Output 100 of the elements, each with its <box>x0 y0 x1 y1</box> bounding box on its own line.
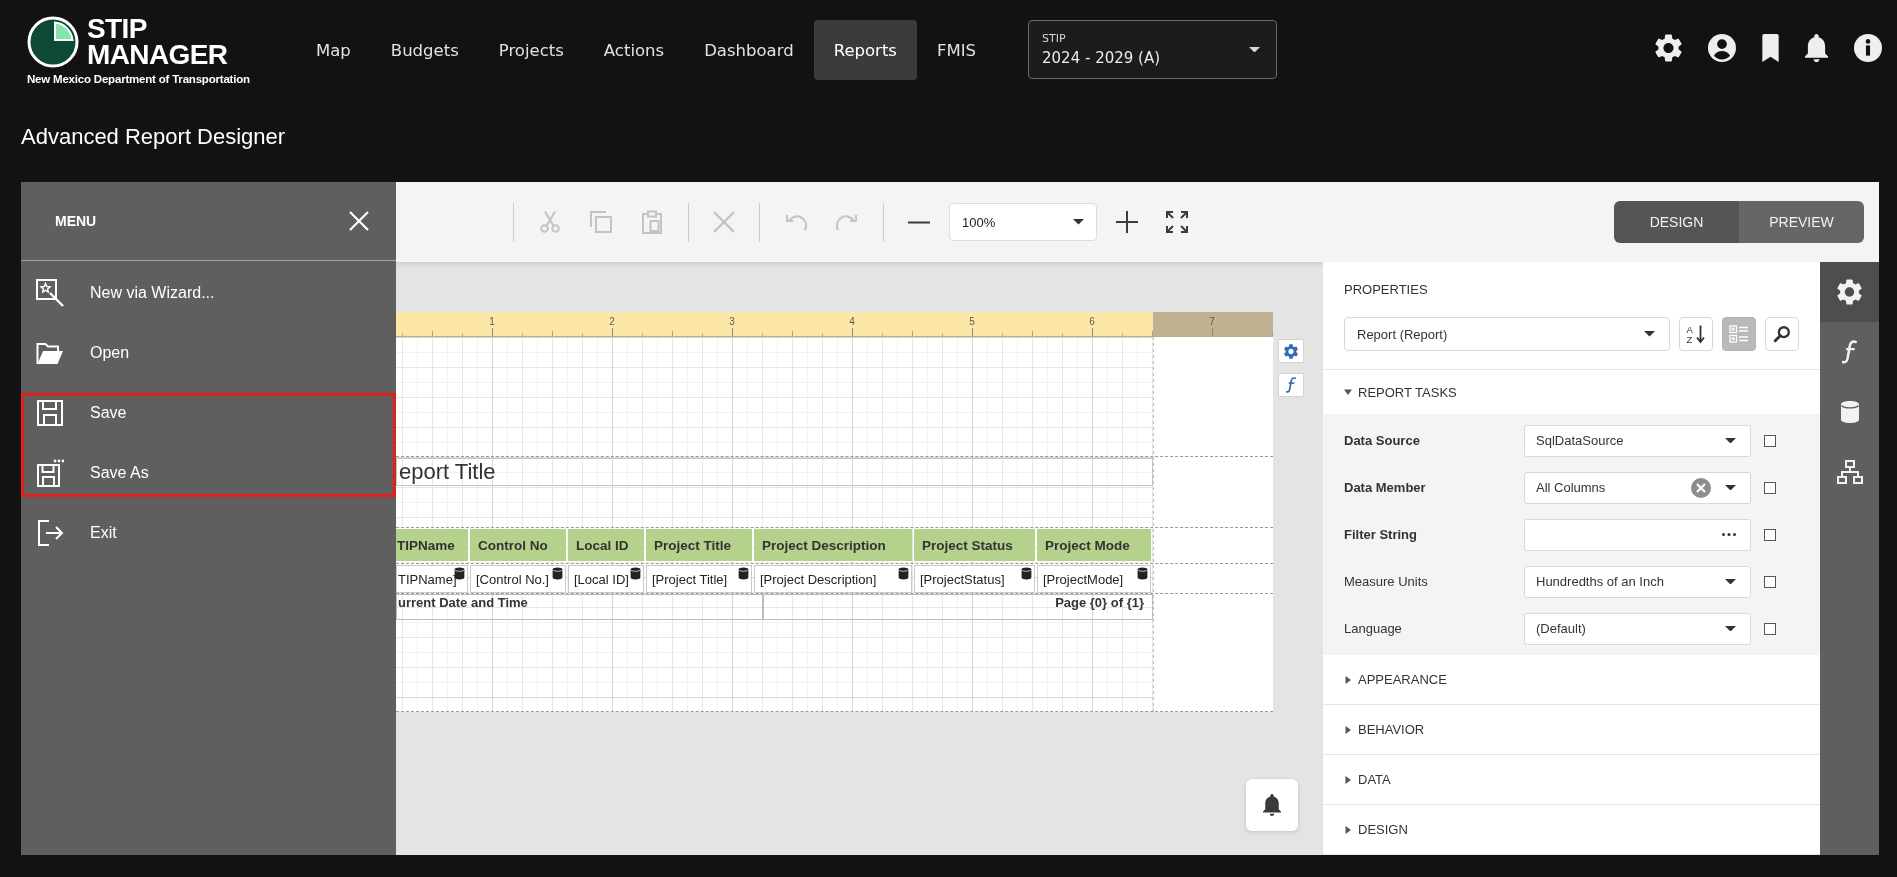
bookmark-icon[interactable] <box>1762 34 1779 62</box>
checkbox[interactable] <box>1764 528 1776 541</box>
logo-icon <box>27 16 79 68</box>
bell-icon[interactable] <box>1805 34 1828 62</box>
plus-icon[interactable] <box>1116 211 1138 233</box>
property-field[interactable]: (Default) <box>1524 612 1751 645</box>
column-header: Project Title <box>646 529 752 561</box>
column-header: Project Description <box>754 529 912 561</box>
column-header: Local ID <box>568 529 644 561</box>
property-label: Filter String <box>1344 527 1418 542</box>
property-field[interactable] <box>1524 518 1751 551</box>
column-header: Project Status <box>914 529 1035 561</box>
menu-item[interactable]: Exit <box>21 503 396 563</box>
zoom-select[interactable]: 100% <box>949 203 1097 241</box>
search-icon <box>1773 325 1791 343</box>
minus-icon[interactable] <box>908 220 930 224</box>
nav-link[interactable]: Dashboard <box>684 20 814 80</box>
settings-icon <box>1837 279 1862 305</box>
checkbox[interactable] <box>1764 434 1776 447</box>
caret-icon <box>1249 46 1261 53</box>
clear-icon[interactable] <box>1691 477 1711 498</box>
sort-button[interactable]: A Z <box>1679 317 1713 351</box>
function-icon <box>1842 340 1857 364</box>
menu-item[interactable]: Save As <box>21 443 396 503</box>
search-button[interactable] <box>1765 317 1799 351</box>
side-tab[interactable] <box>1820 262 1879 322</box>
property-label: Language <box>1344 621 1403 636</box>
database-icon <box>1137 567 1148 580</box>
caret-icon <box>1725 625 1736 632</box>
menu-title: MENU <box>55 213 97 229</box>
menu-item[interactable]: New via Wizard... <box>21 263 396 323</box>
checkbox[interactable] <box>1764 575 1776 588</box>
bell-icon <box>1263 794 1281 816</box>
nav-link[interactable]: Reports <box>813 20 917 80</box>
nav-link[interactable]: FMIS <box>916 20 997 80</box>
caret-icon <box>1344 825 1352 834</box>
title-label: eport Title <box>396 458 1153 486</box>
ellipsis-icon[interactable] <box>1722 533 1736 536</box>
footer-label: urrent Date and Time <box>396 594 763 620</box>
caret-icon <box>1725 484 1736 491</box>
property-label: Data Source <box>1344 433 1421 448</box>
caret-icon <box>1725 437 1736 444</box>
logo-subtitle: New Mexico Department of Transportation <box>27 73 251 85</box>
account-icon[interactable] <box>1708 34 1736 62</box>
property-field[interactable]: Hundredths of an Inch <box>1524 565 1751 598</box>
ruler-label: 3 <box>729 316 735 327</box>
caret-icon <box>1344 675 1352 684</box>
function-icon <box>1286 377 1296 393</box>
magic-wand-icon <box>36 279 64 307</box>
database-icon <box>552 567 563 580</box>
close-icon[interactable] <box>349 211 369 231</box>
property-field[interactable]: SqlDataSource <box>1524 424 1751 457</box>
checkbox[interactable] <box>1764 622 1776 635</box>
data-field: [Project Title] <box>646 565 752 593</box>
notifications-button[interactable] <box>1246 779 1298 831</box>
database-icon <box>454 567 465 580</box>
function-button[interactable] <box>1278 373 1304 397</box>
ruler-label: 2 <box>609 316 615 327</box>
exit-arrow-icon <box>36 519 64 547</box>
footer-label: Page {0} of {1} <box>763 594 1153 620</box>
caret-icon <box>1344 775 1352 784</box>
settings-icon <box>1284 343 1298 359</box>
menu-item[interactable]: Open <box>21 323 396 383</box>
checkbox[interactable] <box>1764 481 1776 494</box>
data-field: [ProjectMode] <box>1037 565 1151 593</box>
property-label: Measure Units <box>1344 574 1429 589</box>
database-icon <box>1839 400 1860 424</box>
program-select[interactable]: STIP 2024 - 2029 (A) <box>1028 20 1278 79</box>
object-select[interactable]: Report (Report) <box>1344 317 1670 351</box>
database-icon <box>1021 567 1032 580</box>
nav-link[interactable]: Actions <box>583 20 685 80</box>
column-header: Control No <box>470 529 566 561</box>
data-field: [ProjectStatus] <box>914 565 1035 593</box>
ruler-label: 6 <box>1089 316 1095 327</box>
info-icon[interactable] <box>1854 34 1882 62</box>
property-field[interactable]: All Columns <box>1524 471 1751 504</box>
column-header: TIPName <box>396 529 468 561</box>
database-icon <box>898 567 909 580</box>
settings-icon[interactable] <box>1655 34 1682 62</box>
property-label: Data Member <box>1344 480 1427 495</box>
fullscreen-icon[interactable] <box>1165 210 1189 234</box>
settings-button[interactable] <box>1278 339 1304 363</box>
mode-tab[interactable]: PREVIEW <box>1739 201 1864 243</box>
nav-link[interactable]: Map <box>296 20 371 80</box>
floppy-disk-icon <box>36 459 64 487</box>
column-header: Project Mode <box>1037 529 1151 561</box>
nav-link[interactable]: Budgets <box>370 20 479 80</box>
category-icon <box>1729 324 1749 344</box>
app-name: STIP MANAGER <box>87 16 228 68</box>
caret-icon <box>1073 219 1084 225</box>
mode-tab[interactable]: DESIGN <box>1614 201 1739 243</box>
data-field: [Control No.] <box>470 565 566 593</box>
nav-link[interactable]: Projects <box>478 20 584 80</box>
panel-title: PROPERTIES <box>1343 281 1429 298</box>
ruler-label: 4 <box>849 316 855 327</box>
ruler-label: 1 <box>489 316 495 327</box>
data-field: [Local ID] <box>568 565 644 593</box>
menu-item[interactable]: Save <box>21 383 396 443</box>
ruler-label: 5 <box>969 316 975 327</box>
database-icon <box>738 567 749 580</box>
